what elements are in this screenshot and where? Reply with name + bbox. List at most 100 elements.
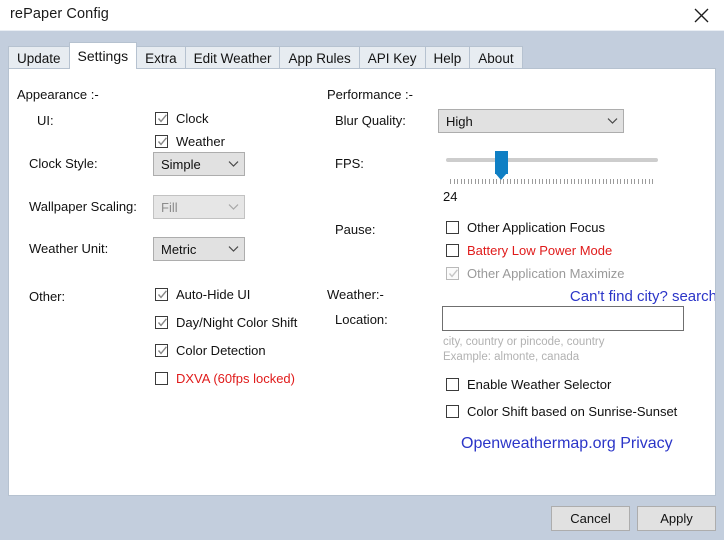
- slider-tick: [510, 179, 512, 184]
- tab-settings[interactable]: Settings: [68, 42, 138, 69]
- tab-help[interactable]: Help: [424, 46, 471, 69]
- slider-tick: [506, 179, 508, 184]
- checkbox-dxva-box[interactable]: [155, 372, 168, 385]
- checkbox-day-night-color-shift-label: Day/Night Color Shift: [176, 315, 298, 330]
- slider-tick: [595, 179, 597, 184]
- checkbox-day-night-color-shift[interactable]: Day/Night Color Shift: [155, 315, 297, 330]
- slider-tick: [545, 179, 547, 184]
- slider-tick: [485, 179, 487, 184]
- tab-update[interactable]: Update: [8, 46, 70, 69]
- fps-slider[interactable]: [446, 151, 658, 180]
- slider-tick: [577, 179, 579, 184]
- slider-tick: [524, 179, 526, 184]
- tab-app-rules[interactable]: App Rules: [279, 46, 360, 69]
- location-input[interactable]: [442, 306, 684, 331]
- slider-tick: [606, 179, 608, 184]
- checkbox-other-application-maximize-box: [446, 267, 459, 280]
- checkbox-color-detection-label: Color Detection: [176, 343, 266, 358]
- slider-tick: [574, 179, 576, 184]
- slider-tick: [620, 179, 622, 184]
- slider-tick: [535, 179, 537, 184]
- checkbox-clock-label: Clock: [176, 111, 209, 126]
- chevron-down-icon: [222, 245, 244, 253]
- checkbox-color-shift-sunrise-sunset-label: Color Shift based on Sunrise-Sunset: [467, 404, 678, 419]
- checkbox-other-application-focus-box[interactable]: [446, 221, 459, 234]
- slider-tick: [588, 179, 590, 184]
- fps-slider-track[interactable]: [446, 158, 658, 162]
- slider-tick: [627, 179, 629, 184]
- tab-extra[interactable]: Extra: [136, 46, 186, 69]
- slider-tick: [563, 179, 565, 184]
- slider-tick: [637, 179, 639, 184]
- checkbox-weather[interactable]: Weather: [155, 134, 225, 149]
- slider-tick: [581, 179, 583, 184]
- checkbox-weather-label: Weather: [176, 134, 225, 149]
- location-label: Location:: [335, 312, 388, 327]
- checkbox-weather-box[interactable]: [155, 135, 168, 148]
- search-city-link[interactable]: Can't find city? search: [549, 288, 715, 305]
- checkbox-clock-box[interactable]: [155, 112, 168, 125]
- tab-strip: Update Settings Extra Edit Weather App Rules…: [0, 31, 724, 69]
- slider-tick: [471, 179, 473, 184]
- pause-label: Pause:: [335, 222, 376, 237]
- slider-tick: [630, 179, 632, 184]
- slider-tick: [602, 179, 604, 184]
- apply-button[interactable]: Apply: [637, 506, 716, 531]
- slider-tick: [489, 179, 491, 184]
- checkbox-other-application-focus[interactable]: Other Application Focus: [446, 220, 605, 235]
- tab-edit-weather[interactable]: Edit Weather: [184, 46, 281, 69]
- fps-slider-ticks: [450, 179, 654, 184]
- slider-tick: [616, 179, 618, 184]
- slider-tick: [538, 179, 540, 184]
- checkbox-clock[interactable]: Clock: [155, 111, 209, 126]
- fps-slider-thumb[interactable]: [495, 151, 508, 180]
- performance-section-title: Performance :-: [327, 87, 413, 102]
- slider-tick: [492, 179, 494, 184]
- checkbox-enable-weather-selector-label: Enable Weather Selector: [467, 377, 612, 392]
- slider-tick: [570, 179, 572, 184]
- checkbox-color-shift-sunrise-sunset-box[interactable]: [446, 405, 459, 418]
- cancel-button[interactable]: Cancel: [551, 506, 630, 531]
- slider-tick: [453, 179, 455, 184]
- blur-quality-dropdown[interactable]: High: [438, 109, 624, 133]
- slider-tick: [567, 179, 569, 184]
- checkbox-battery-low-power-mode[interactable]: Battery Low Power Mode: [446, 243, 612, 258]
- slider-tick: [457, 179, 459, 184]
- wallpaper-scaling-dropdown[interactable]: Fill: [153, 195, 245, 219]
- slider-tick: [503, 179, 505, 184]
- slider-tick: [450, 179, 451, 184]
- weather-section-title: Weather:-: [327, 287, 384, 302]
- slider-tick: [549, 179, 551, 184]
- checkbox-day-night-color-shift-box[interactable]: [155, 316, 168, 329]
- weather-unit-label: Weather Unit:: [29, 241, 109, 256]
- checkbox-auto-hide-ui[interactable]: Auto-Hide UI: [155, 287, 250, 302]
- clock-style-dropdown[interactable]: Simple: [153, 152, 245, 176]
- checkbox-color-detection-box[interactable]: [155, 344, 168, 357]
- app-window: rePaper Config Update Settings Extra Edit W…: [0, 0, 724, 540]
- slider-tick: [474, 179, 476, 184]
- checkbox-battery-low-power-mode-box[interactable]: [446, 244, 459, 257]
- tab-about[interactable]: About: [469, 46, 523, 69]
- weather-unit-dropdown[interactable]: Metric: [153, 237, 245, 261]
- tab-api-key[interactable]: API Key: [358, 46, 426, 69]
- fps-value: 24: [443, 189, 458, 204]
- checkbox-enable-weather-selector[interactable]: Enable Weather Selector: [446, 377, 611, 392]
- slider-tick: [648, 179, 650, 184]
- openweathermap-privacy-link[interactable]: Openweathermap.org Privacy: [461, 435, 673, 455]
- clock-style-label: Clock Style:: [29, 156, 98, 171]
- slider-tick: [520, 179, 522, 184]
- checkbox-dxva[interactable]: DXVA (60fps locked): [155, 371, 295, 386]
- slider-tick: [623, 179, 625, 184]
- close-icon[interactable]: [678, 0, 724, 31]
- checkbox-color-shift-sunrise-sunset[interactable]: Color Shift based on Sunrise-Sunset: [446, 404, 677, 419]
- checkbox-auto-hide-ui-box[interactable]: [155, 288, 168, 301]
- slider-tick: [517, 179, 519, 184]
- slider-tick: [652, 179, 654, 184]
- checkbox-enable-weather-selector-box[interactable]: [446, 378, 459, 391]
- wallpaper-scaling-value: Fill: [161, 199, 178, 215]
- slider-tick: [481, 179, 483, 184]
- slider-tick: [645, 179, 647, 184]
- checkbox-color-detection[interactable]: Color Detection: [155, 343, 266, 358]
- ui-label: UI:: [37, 113, 54, 128]
- location-hint-line-2: Example: almonte, canada: [443, 351, 580, 363]
